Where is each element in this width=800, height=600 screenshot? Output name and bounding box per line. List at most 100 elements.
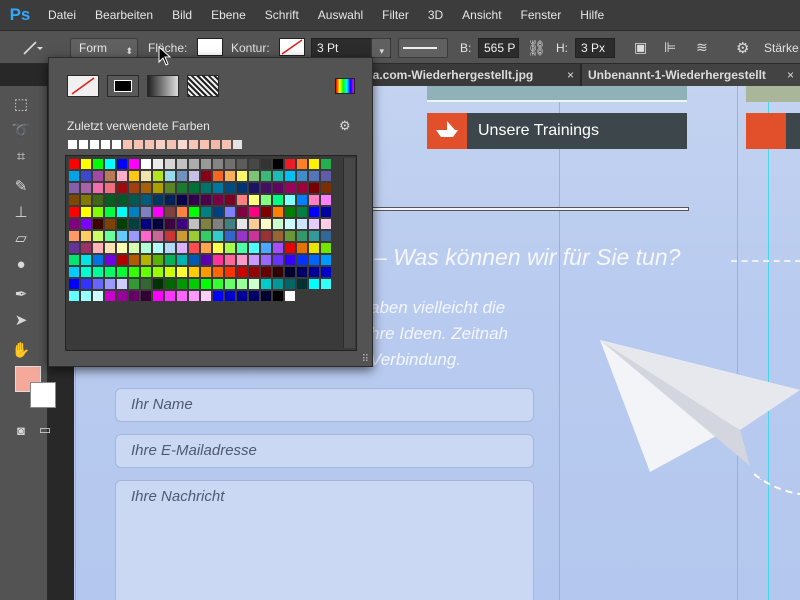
color-swatch[interactable] (308, 242, 320, 254)
menu-file[interactable]: Datei (48, 8, 76, 22)
color-swatch[interactable] (236, 182, 248, 194)
color-swatch[interactable] (188, 254, 200, 266)
menu-window[interactable]: Fenster (521, 8, 562, 22)
color-swatch[interactable] (104, 242, 116, 254)
mode-dropdown[interactable]: Form ⬍ (70, 38, 138, 58)
recent-color-swatch[interactable] (188, 139, 199, 150)
color-swatch[interactable] (80, 230, 92, 242)
recent-color-swatch[interactable] (199, 139, 210, 150)
recent-color-swatch[interactable] (166, 139, 177, 150)
color-swatch[interactable] (68, 194, 80, 206)
color-swatch[interactable] (80, 158, 92, 170)
color-swatch[interactable] (212, 266, 224, 278)
lasso-tool-icon[interactable]: ➰ (9, 118, 33, 142)
color-swatch[interactable] (104, 230, 116, 242)
color-swatch[interactable] (176, 194, 188, 206)
color-swatch[interactable] (152, 158, 164, 170)
color-swatch[interactable] (128, 158, 140, 170)
color-swatch[interactable] (212, 218, 224, 230)
recent-color-swatch[interactable] (122, 139, 133, 150)
recent-color-swatch[interactable] (67, 139, 78, 150)
color-swatch[interactable] (68, 230, 80, 242)
color-swatch[interactable] (248, 218, 260, 230)
color-swatch[interactable] (236, 218, 248, 230)
color-swatch[interactable] (116, 290, 128, 302)
color-swatch[interactable] (296, 182, 308, 194)
color-swatch[interactable] (164, 242, 176, 254)
color-swatch[interactable] (224, 254, 236, 266)
menu-image[interactable]: Bild (172, 8, 192, 22)
color-swatch[interactable] (188, 206, 200, 218)
color-swatch[interactable] (236, 242, 248, 254)
color-swatch[interactable] (164, 278, 176, 290)
color-swatch[interactable] (272, 230, 284, 242)
color-swatch[interactable] (152, 278, 164, 290)
color-swatch[interactable] (224, 218, 236, 230)
screen-mode-icon[interactable]: ▭ (33, 418, 57, 442)
color-swatch[interactable] (272, 266, 284, 278)
color-swatch[interactable] (236, 194, 248, 206)
color-swatch[interactable] (272, 158, 284, 170)
color-swatch[interactable] (80, 278, 92, 290)
path-operations-icon[interactable]: ▣ (634, 31, 647, 64)
color-swatch[interactable] (296, 194, 308, 206)
color-swatch[interactable] (212, 206, 224, 218)
color-swatch[interactable] (296, 230, 308, 242)
color-swatch[interactable] (140, 254, 152, 266)
color-swatch[interactable] (104, 266, 116, 278)
color-swatch[interactable] (200, 242, 212, 254)
color-swatch[interactable] (200, 266, 212, 278)
color-swatch[interactable] (104, 182, 116, 194)
color-swatch[interactable] (224, 242, 236, 254)
color-swatch[interactable] (308, 170, 320, 182)
color-swatch[interactable] (272, 218, 284, 230)
color-swatch[interactable] (272, 170, 284, 182)
color-swatch[interactable] (80, 194, 92, 206)
color-swatch[interactable] (176, 158, 188, 170)
color-swatch[interactable] (80, 242, 92, 254)
color-swatch[interactable] (80, 218, 92, 230)
color-swatch[interactable] (260, 254, 272, 266)
color-swatch[interactable] (188, 266, 200, 278)
color-swatch[interactable] (212, 290, 224, 302)
menu-select[interactable]: Auswahl (318, 8, 363, 22)
color-swatch[interactable] (296, 158, 308, 170)
no-color-button[interactable] (67, 75, 99, 97)
color-swatch[interactable] (308, 278, 320, 290)
color-swatch[interactable] (68, 290, 80, 302)
color-swatch[interactable] (128, 266, 140, 278)
color-swatch[interactable] (80, 182, 92, 194)
color-swatch[interactable] (164, 182, 176, 194)
hand-tool-icon[interactable]: ✋ (9, 338, 33, 362)
color-swatch[interactable] (188, 182, 200, 194)
color-swatch[interactable] (308, 218, 320, 230)
color-swatch[interactable] (320, 266, 332, 278)
color-swatch[interactable] (164, 266, 176, 278)
color-swatch[interactable] (164, 230, 176, 242)
color-swatch[interactable] (176, 266, 188, 278)
color-swatch[interactable] (68, 254, 80, 266)
color-swatch[interactable] (152, 206, 164, 218)
color-swatch[interactable] (236, 230, 248, 242)
color-swatch[interactable] (212, 230, 224, 242)
color-swatch[interactable] (248, 266, 260, 278)
color-swatch[interactable] (260, 218, 272, 230)
recent-color-swatch[interactable] (221, 139, 232, 150)
color-swatch[interactable] (140, 218, 152, 230)
color-swatch[interactable] (164, 194, 176, 206)
color-swatch[interactable] (284, 242, 296, 254)
color-swatch[interactable] (200, 278, 212, 290)
color-swatch[interactable] (224, 194, 236, 206)
color-swatch[interactable] (224, 290, 236, 302)
pen-tool-icon[interactable]: ✒ (9, 282, 33, 306)
color-swatch[interactable] (128, 230, 140, 242)
color-swatch[interactable] (260, 206, 272, 218)
quick-mask-icon[interactable]: ◙ (9, 418, 33, 442)
color-swatch[interactable] (140, 290, 152, 302)
color-swatch[interactable] (320, 218, 332, 230)
pattern-button[interactable] (187, 75, 219, 97)
color-swatch[interactable] (164, 254, 176, 266)
color-swatch[interactable] (284, 194, 296, 206)
color-swatch[interactable] (248, 230, 260, 242)
color-swatch[interactable] (92, 278, 104, 290)
